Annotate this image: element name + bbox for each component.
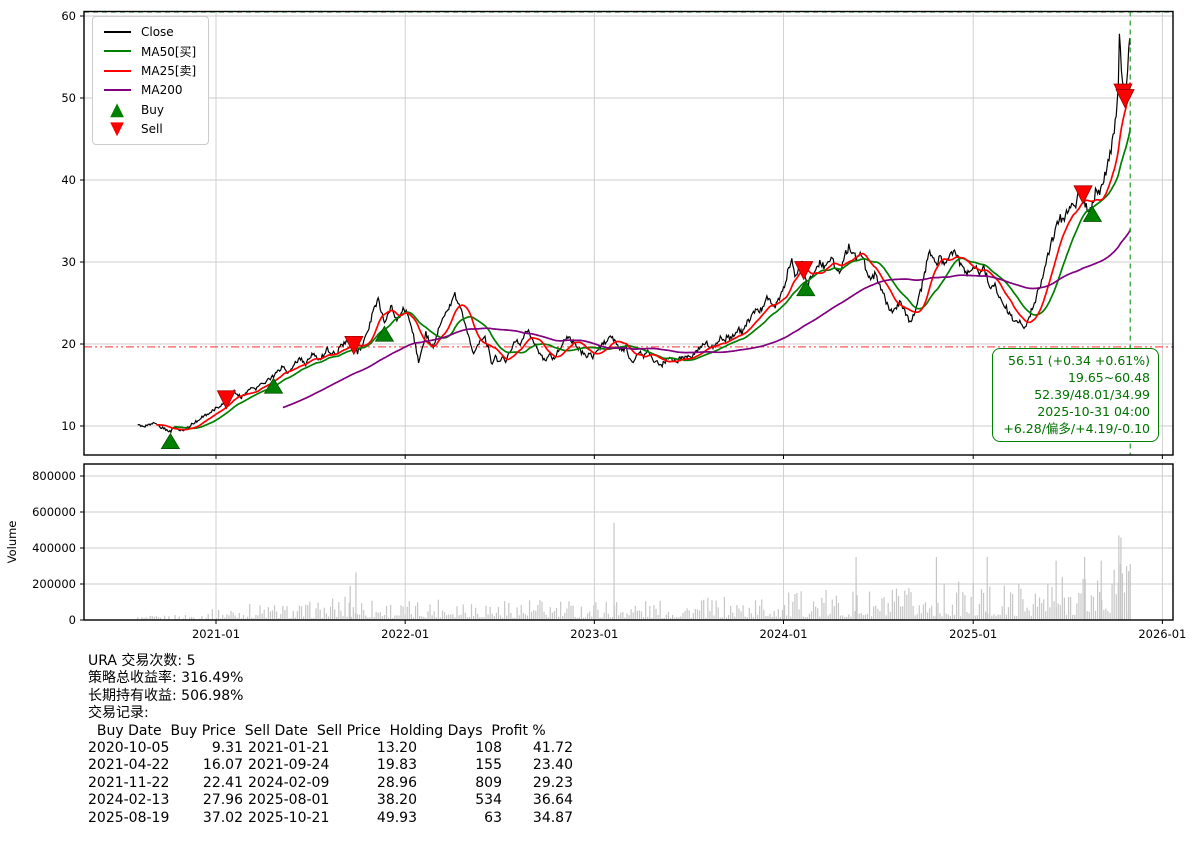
legend-label: MA50[买] [141,43,196,60]
trade-cell: 29.23 [502,775,573,792]
price-tick-label: 60 [61,9,76,23]
buy-marker [161,434,179,449]
stat-strategy-return: 策略总收益率: 316.49% [88,670,573,687]
legend-label: MA25[卖] [141,62,196,79]
x-tick-label: 2021-01 [192,627,240,641]
volume-tick-label: 400000 [32,541,76,555]
x-tick-label: 2022-01 [381,627,429,641]
trade-cell: 37.02 [182,810,243,827]
trade-cell: 41.72 [502,740,573,757]
legend-item: MA25[卖] [99,61,196,81]
price-tick-label: 10 [61,419,76,433]
strategy-figure: 10 20 30 40 50 60 0 200000 400000 600000 800000 202… [0,0,1190,852]
trade-cell: 38.20 [350,792,417,809]
trade-cell: 13.20 [350,740,417,757]
legend-item: Close [99,22,196,42]
legend-label: Buy [141,103,164,117]
trade-cell: 63 [417,810,502,827]
volume-tick-label: 600000 [32,505,76,519]
buy-marker [1083,206,1101,221]
sell-triangle-icon: ▼ [99,122,135,136]
volume-axis-title: Volume [5,521,19,564]
stat-hold-return: 长期持有收益: 506.98% [88,688,573,705]
trade-cell: 27.96 [182,792,243,809]
trade-cell: 36.64 [502,792,573,809]
trade-cell: 809 [417,775,502,792]
trade-cell: 28.96 [350,775,417,792]
legend-item: ▼ Sell [99,120,196,140]
price-series [138,34,1130,432]
chart-legend: Close MA50[买] MA25[卖] MA200 ▲ Buy ▼ Sell [92,16,209,145]
trade-row: 2025-08-1937.02 2025-10-2149.936334.87 [88,810,573,827]
annotation-line: +6.28/偏多/+4.19/-0.10 [1003,420,1150,437]
gridlines [84,12,1173,621]
price-tick-label: 50 [61,91,76,105]
sell-marker [1116,90,1134,108]
volume-tick-label: 0 [69,613,76,627]
volume-tick-label: 800000 [32,469,76,483]
trade-cell: 19.83 [350,757,417,774]
price-tick-label: 30 [61,255,76,269]
trade-cell: 2024-02-13 [88,792,182,809]
x-tick-label: 2026-01 [1138,627,1186,641]
ma25-line [156,83,1130,430]
legend-item: MA200 [99,81,196,101]
reference-lines [84,12,1173,347]
trade-row: 2021-04-2216.07 2021-09-2419.8315523.40 [88,757,573,774]
trade-cell: 2021-04-22 [88,757,182,774]
trade-cell: 2025-08-01 [248,792,350,809]
legend-line-swatch [99,31,135,33]
buy-triangle-icon: ▲ [99,103,135,117]
trade-cell: 2020-10-05 [88,740,182,757]
x-tick-label: 2025-01 [949,627,997,641]
trade-cell: 534 [417,792,502,809]
legend-label: Sell [141,122,163,136]
annotation-line: 19.65~60.48 [1003,369,1150,386]
trade-cell: 2025-08-19 [88,810,182,827]
legend-label: Close [141,25,174,39]
legend-label: MA200 [141,83,182,97]
trade-row: 2020-10-059.31 2021-01-2113.2010841.72 [88,740,573,757]
price-tick-label: 20 [61,337,76,351]
trade-table-header: Buy Date Buy Price Sell Date Sell Price … [88,723,573,740]
trade-cell: 23.40 [502,757,573,774]
price-tick-label: 40 [61,173,76,187]
strategy-stats: URA 交易次数: 5 策略总收益率: 316.49% 长期持有收益: 506.… [88,653,573,827]
trade-row: 2021-11-2222.41 2024-02-0928.9680929.23 [88,775,573,792]
trade-cell: 2021-09-24 [248,757,350,774]
legend-line-swatch [99,89,135,91]
trade-cell: 108 [417,740,502,757]
volume-panel-border [84,464,1173,620]
trade-cell: 16.07 [182,757,243,774]
legend-line-swatch [99,50,135,52]
axis-ticks [80,16,1162,624]
trade-row: 2024-02-1327.96 2025-08-0138.2053436.64 [88,792,573,809]
trade-cell: 2021-01-21 [248,740,350,757]
trade-table: 2020-10-059.312021-01-2113.2010841.72202… [88,740,573,827]
trade-cell: 22.41 [182,775,243,792]
x-tick-label: 2023-01 [570,627,618,641]
trade-cell: 155 [417,757,502,774]
volume-tick-label: 200000 [32,577,76,591]
legend-item: ▲ Buy [99,100,196,120]
stat-trades-title: 交易记录: [88,705,573,722]
annotation-line: 52.39/48.01/34.99 [1003,386,1150,403]
annotation-line: 56.51 (+0.34 +0.61%) [1003,352,1150,369]
legend-line-swatch [99,70,135,72]
price-annotation-box: 56.51 (+0.34 +0.61%)19.65~60.4852.39/48.… [992,348,1159,442]
trade-cell: 2025-10-21 [248,810,350,827]
trade-cell: 2021-11-22 [88,775,182,792]
sell-marker [217,391,235,409]
trade-cell: 2024-02-09 [248,775,350,792]
x-tick-label: 2024-01 [759,627,807,641]
annotation-line: 2025-10-31 04:00 [1003,403,1150,420]
trade-cell: 9.31 [182,740,243,757]
trade-cell: 49.93 [350,810,417,827]
legend-item: MA50[买] [99,42,196,62]
trade-cell: 34.87 [502,810,573,827]
stat-trade-count: URA 交易次数: 5 [88,653,573,670]
volume-bars [138,523,1130,620]
